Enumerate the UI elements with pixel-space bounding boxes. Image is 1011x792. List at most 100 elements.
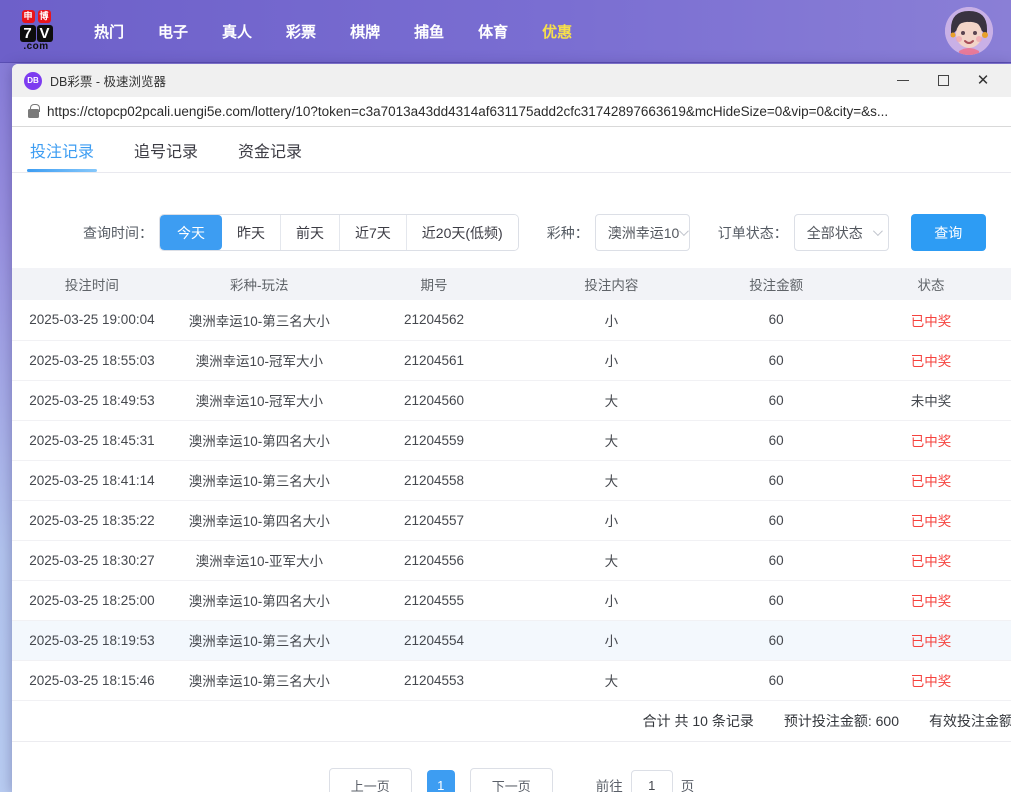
cell-bet-content: 小: [521, 340, 702, 381]
nav-item-live[interactable]: 真人: [222, 21, 252, 42]
cell-game-play: 澳洲幸运10-第四名大小: [171, 580, 347, 621]
cell-issue: 21204562: [346, 300, 522, 341]
url-bar[interactable]: https://ctopcp02pcali.uengi5e.com/lotter…: [12, 97, 1011, 127]
table-row[interactable]: 2025-03-25 18:49:53 澳洲幸运10-冠军大小 21204560…: [12, 380, 1011, 421]
cell-status: 已中奖: [851, 420, 1011, 461]
cell-game-play: 澳洲幸运10-亚军大小: [171, 540, 347, 581]
lottery-select[interactable]: 澳洲幸运10: [594, 214, 690, 251]
window-controls: ✕: [883, 67, 1003, 95]
cell-bet-content: 大: [521, 540, 702, 581]
goto-page-input[interactable]: [630, 770, 673, 792]
nav-item-electronic[interactable]: 电子: [158, 21, 188, 42]
nav-item-lottery[interactable]: 彩票: [286, 21, 316, 42]
cell-issue: 21204555: [346, 580, 522, 621]
cell-bet-time: 2025-03-25 18:49:53: [12, 380, 172, 421]
time-range-group: 今天 昨天 前天 近7天 近20天(低频): [159, 214, 519, 251]
lock-icon: [28, 104, 40, 118]
next-page-button[interactable]: 下一页: [469, 767, 553, 792]
user-avatar[interactable]: [945, 7, 993, 55]
site-nav-menu: 热门 电子 真人 彩票 棋牌 捕鱼 体育 优惠: [94, 21, 572, 42]
table-row[interactable]: 2025-03-25 18:45:31 澳洲幸运10-第四名大小 2120455…: [12, 420, 1011, 461]
table-row[interactable]: 2025-03-25 18:41:14 澳洲幸运10-第三名大小 2120455…: [12, 460, 1011, 501]
goto-label: 前往: [595, 779, 623, 792]
nav-item-promotions[interactable]: 优惠: [542, 21, 572, 42]
time-option-day-before[interactable]: 前天: [280, 215, 339, 250]
nav-item-fishing[interactable]: 捕鱼: [414, 21, 444, 42]
cell-bet-time: 2025-03-25 18:41:14: [12, 460, 172, 501]
cell-status: 已中奖: [851, 620, 1011, 661]
cell-issue: 21204554: [346, 620, 522, 661]
cell-game-play: 澳洲幸运10-第三名大小: [171, 460, 347, 501]
time-option-20days[interactable]: 近20天(低频): [405, 215, 518, 250]
time-option-yesterday[interactable]: 昨天: [222, 215, 280, 250]
url-text[interactable]: https://ctopcp02pcali.uengi5e.com/lotter…: [47, 104, 888, 119]
cell-bet-amount: 60: [701, 380, 852, 421]
table-row[interactable]: 2025-03-25 18:30:27 澳洲幸运10-亚军大小 21204556…: [12, 540, 1011, 581]
cell-bet-content: 小: [521, 620, 702, 661]
site-nav: 申 博 7 V .com 热门 电子 真人 彩票 棋牌 捕鱼 体育 优惠: [0, 0, 1011, 63]
table-row[interactable]: 2025-03-25 18:55:03 澳洲幸运10-冠军大小 21204561…: [12, 340, 1011, 381]
nav-item-hot[interactable]: 热门: [94, 21, 124, 42]
pagination: 上一页 1 下一页 前往 页: [12, 767, 1011, 792]
site-logo[interactable]: 申 博 7 V .com: [10, 10, 62, 52]
window-titlebar[interactable]: DB DB彩票 - 极速浏览器 ✕: [12, 64, 1011, 97]
table-row[interactable]: 2025-03-25 18:25:00 澳洲幸运10-第四名大小 2120455…: [12, 580, 1011, 621]
cell-issue: 21204561: [346, 340, 522, 381]
window-title: DB彩票 - 极速浏览器: [50, 75, 166, 89]
cell-game-play: 澳洲幸运10-第四名大小: [171, 420, 347, 461]
cell-game-play: 澳洲幸运10-第三名大小: [171, 300, 347, 341]
cell-bet-amount: 60: [701, 540, 852, 581]
cell-bet-amount: 60: [701, 300, 852, 341]
cell-bet-time: 2025-03-25 18:30:27: [12, 540, 172, 581]
cell-bet-amount: 60: [701, 340, 852, 381]
maximize-button[interactable]: [923, 67, 963, 95]
app-icon: DB: [24, 71, 42, 90]
tab-chase-records[interactable]: 追号记录: [134, 127, 198, 172]
search-button[interactable]: 查询: [910, 214, 986, 251]
maximize-icon: [937, 75, 949, 86]
nav-item-sports[interactable]: 体育: [478, 21, 508, 42]
header-game-play: 彩种-玩法: [171, 268, 347, 300]
cell-bet-content: 大: [521, 420, 702, 461]
table-row[interactable]: 2025-03-25 18:19:53 澳洲幸运10-第三名大小 2120455…: [12, 620, 1011, 661]
cell-bet-content: 大: [521, 460, 702, 501]
lottery-select-value: 澳洲幸运10: [607, 224, 680, 241]
cell-bet-content: 小: [521, 500, 702, 541]
logo-badge-shen: 申: [21, 10, 35, 23]
cell-bet-time: 2025-03-25 18:35:22: [12, 500, 172, 541]
page-number-1[interactable]: 1: [426, 770, 455, 792]
cell-bet-time: 2025-03-25 18:25:00: [12, 580, 172, 621]
nav-item-board-games[interactable]: 棋牌: [350, 21, 380, 42]
cell-bet-amount: 60: [701, 500, 852, 541]
prev-page-button[interactable]: 上一页: [328, 767, 412, 792]
tab-bet-records[interactable]: 投注记录: [26, 127, 98, 172]
cell-bet-content: 大: [521, 660, 702, 701]
cell-status: 已中奖: [851, 460, 1011, 501]
order-status-select[interactable]: 全部状态: [793, 214, 889, 251]
header-status: 状态: [851, 268, 1011, 300]
table-row[interactable]: 2025-03-25 18:15:46 澳洲幸运10-第三名大小 2120455…: [12, 660, 1011, 701]
logo-char-7: 7: [19, 25, 36, 42]
goto-page: 前往 页: [595, 770, 694, 792]
time-filter-label: 查询时间：: [83, 224, 153, 241]
cell-issue: 21204556: [346, 540, 522, 581]
header-issue: 期号: [346, 268, 522, 300]
close-button[interactable]: ✕: [963, 67, 1003, 95]
time-option-today[interactable]: 今天: [160, 215, 222, 250]
summary-bar: 合计 共 10 条记录 预计投注金额: 600 有效投注金额: [12, 701, 1011, 742]
filter-bar: 查询时间： 今天 昨天 前天 近7天 近20天(低频) 彩种： 澳洲幸运10 订…: [12, 173, 1011, 268]
cell-bet-amount: 60: [701, 580, 852, 621]
minimize-button[interactable]: [883, 67, 923, 95]
close-icon: ✕: [976, 72, 990, 89]
cell-bet-time: 2025-03-25 18:55:03: [12, 340, 172, 381]
table-row[interactable]: 2025-03-25 18:35:22 澳洲幸运10-第四名大小 2120455…: [12, 500, 1011, 541]
summary-valid-amount: 有效投注金额: [929, 712, 1011, 729]
cell-bet-content: 小: [521, 580, 702, 621]
summary-expected-amount: 预计投注金额: 600: [783, 712, 899, 729]
table-body: 2025-03-25 19:00:04 澳洲幸运10-第三名大小 2120456…: [12, 300, 1011, 701]
tab-fund-records[interactable]: 资金记录: [238, 127, 302, 172]
record-tabs: 投注记录 追号记录 资金记录: [12, 127, 1011, 173]
time-option-7days[interactable]: 近7天: [339, 215, 406, 250]
table-row[interactable]: 2025-03-25 19:00:04 澳洲幸运10-第三名大小 2120456…: [12, 300, 1011, 341]
cell-game-play: 澳洲幸运10-冠军大小: [171, 380, 347, 421]
